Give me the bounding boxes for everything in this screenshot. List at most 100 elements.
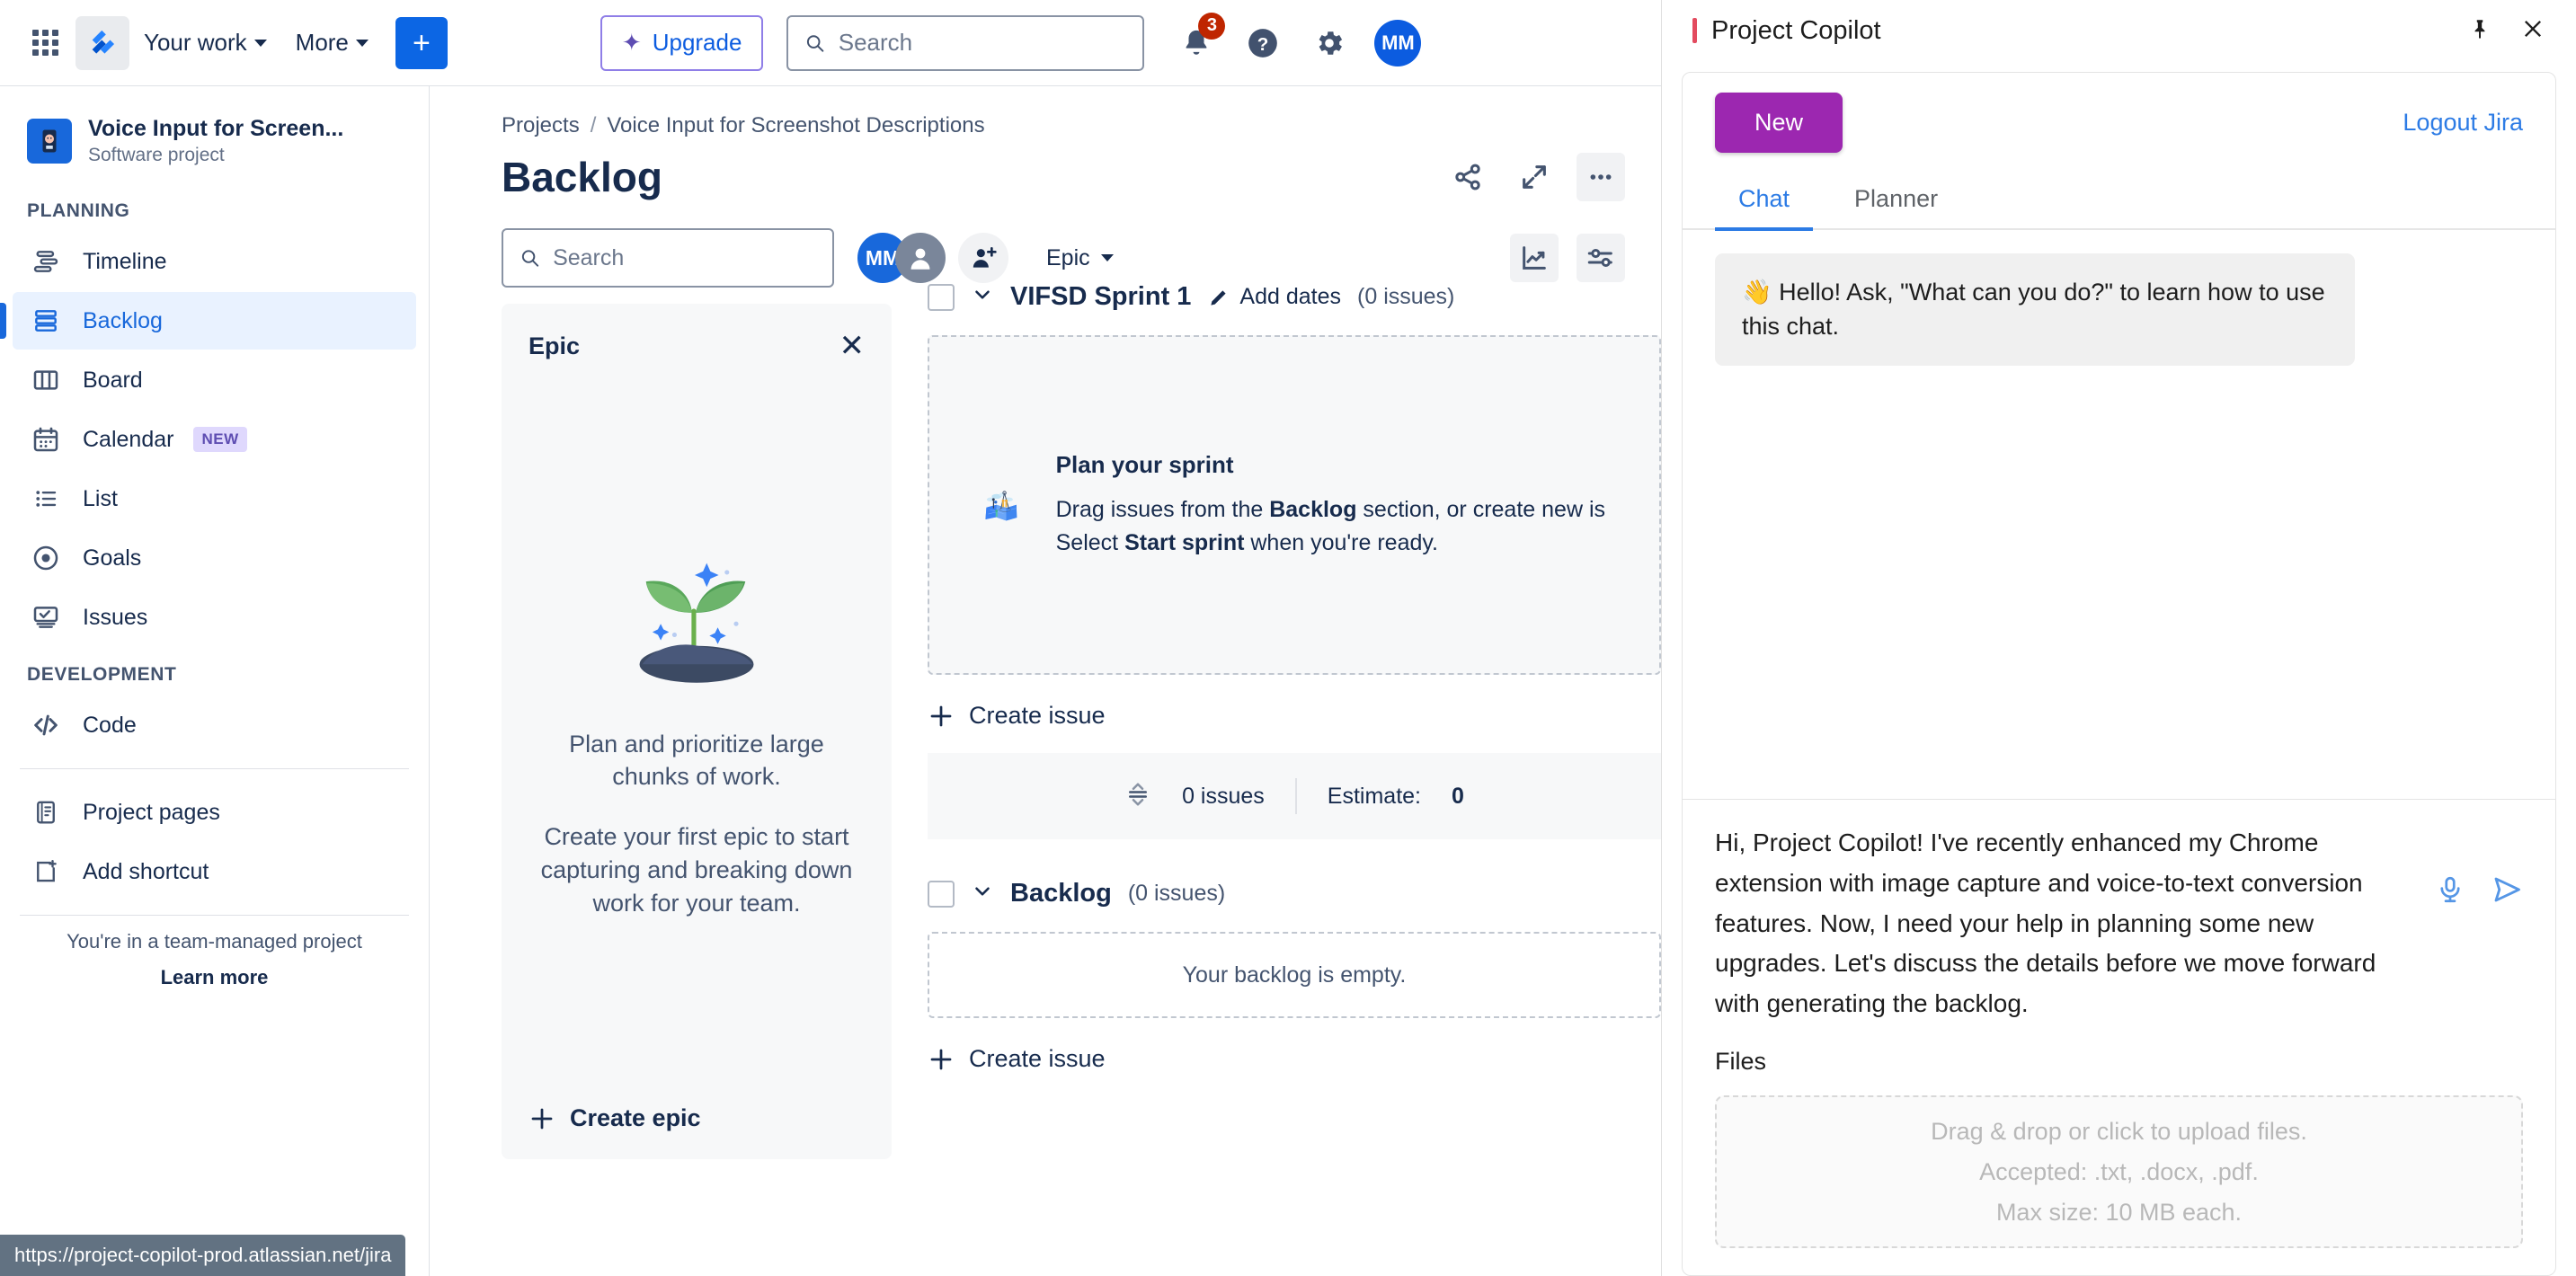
breadcrumb-projects[interactable]: Projects xyxy=(502,113,580,138)
your-work-menu[interactable]: Your work xyxy=(129,20,281,66)
sprint-dropzone[interactable]: Plan your sprint Drag issues from the Ba… xyxy=(928,335,1661,675)
add-people-button[interactable] xyxy=(958,233,1008,283)
settings-button[interactable] xyxy=(1308,22,1351,65)
epic-panel-text-1: Plan and prioritize large chunks of work… xyxy=(569,730,824,791)
epic-filter-dropdown[interactable]: Epic xyxy=(1032,236,1128,280)
close-icon[interactable] xyxy=(2520,16,2545,46)
assistant-message: 👋 Hello! Ask, "What can you do?" to lear… xyxy=(1715,253,2355,366)
top-navigation-bar: Your work More + ✦ Upgrade 3 ? MM xyxy=(0,0,1661,86)
sidebar-item-backlog[interactable]: Backlog xyxy=(0,292,416,350)
copilot-tabs: Chat Planner xyxy=(1683,162,2555,231)
breadcrumb-separator: / xyxy=(590,113,597,137)
sidebar-item-calendar[interactable]: Calendar NEW xyxy=(13,411,416,468)
new-chat-button[interactable]: New xyxy=(1715,93,1843,153)
code-icon xyxy=(29,708,63,742)
map-planning-illustration xyxy=(985,491,1017,521)
page-icon xyxy=(29,795,63,829)
section-label-planning: PLANNING xyxy=(27,200,130,221)
avatar-unassigned[interactable] xyxy=(895,233,946,283)
dropzone-line-2: Select Start sprint when you're ready. xyxy=(1056,527,1605,560)
sidebar-item-label: Add shortcut xyxy=(83,858,209,884)
grid-apps-icon xyxy=(31,30,58,56)
create-issue-sprint-button[interactable]: Create issue xyxy=(928,675,1661,753)
send-icon[interactable] xyxy=(2491,873,2523,910)
insights-button[interactable] xyxy=(1510,234,1559,282)
dz-l2c: when you're ready. xyxy=(1244,529,1438,555)
backlog-section-header: Backlog (0 issues) xyxy=(928,879,1661,908)
sidebar-item-label: Project pages xyxy=(83,799,220,825)
chat-input[interactable]: Hi, Project Copilot! I've recently enhan… xyxy=(1715,823,2412,1024)
chevron-down-icon xyxy=(975,290,990,299)
epic-panel-title: Epic xyxy=(529,332,581,359)
add-shortcut-icon xyxy=(29,855,63,889)
tab-planner[interactable]: Planner xyxy=(1831,185,1961,228)
search-icon xyxy=(807,34,824,52)
sidebar-item-project-pages[interactable]: Project pages xyxy=(13,784,416,841)
expand-icon xyxy=(1523,165,1546,189)
create-button[interactable]: + xyxy=(395,16,448,69)
notifications-button[interactable]: 3 xyxy=(1175,12,1226,65)
dz-l2a: Select xyxy=(1055,529,1125,555)
backlog-search[interactable] xyxy=(502,228,834,288)
page-title: Backlog xyxy=(502,154,662,200)
sidebar-item-label: Board xyxy=(83,367,143,393)
backlog-select-checkbox[interactable] xyxy=(928,880,955,908)
backlog-search-input[interactable] xyxy=(553,244,816,271)
logout-jira-link[interactable]: Logout Jira xyxy=(2403,109,2523,137)
jira-logo-icon[interactable] xyxy=(76,15,129,70)
microphone-icon[interactable] xyxy=(2435,874,2465,909)
dropzone-line-2: Accepted: .txt, .docx, .pdf. xyxy=(1979,1157,2259,1185)
create-epic-button[interactable]: Create epic xyxy=(529,1104,865,1132)
user-avatar[interactable]: MM xyxy=(1374,19,1422,66)
close-icon[interactable]: ✕ xyxy=(839,331,866,361)
sidebar-item-issues[interactable]: Issues xyxy=(13,589,416,646)
chevron-down-icon xyxy=(1100,254,1114,261)
backlog-icon xyxy=(29,304,63,338)
sidebar-item-timeline[interactable]: Timeline xyxy=(13,233,416,290)
epic-panel: Epic ✕ Plan and prioritize large chunks … xyxy=(502,304,892,1159)
sidebar-item-code[interactable]: Code xyxy=(13,696,416,754)
app-switcher-button[interactable] xyxy=(20,18,70,68)
more-menu[interactable]: More xyxy=(281,20,383,66)
dropzone-line-1: Drag issues from the Backlog section, or… xyxy=(1056,493,1605,527)
search-input[interactable] xyxy=(838,29,1127,57)
sprint-select-checkbox[interactable] xyxy=(928,283,955,311)
project-name: Voice Input for Screen... xyxy=(88,116,344,141)
sidebar-item-list[interactable]: List xyxy=(13,470,416,527)
help-button[interactable]: ? xyxy=(1241,22,1284,65)
dropzone-line-3: Max size: 10 MB each. xyxy=(1995,1198,2243,1226)
tab-chat[interactable]: Chat xyxy=(1715,185,1814,231)
help-circle-icon: ? xyxy=(1248,28,1278,58)
global-search[interactable] xyxy=(786,14,1145,71)
sidebar-item-add-shortcut[interactable]: Add shortcut xyxy=(13,843,416,900)
sidebar-item-goals[interactable]: Goals xyxy=(13,529,416,587)
share-button[interactable] xyxy=(1443,153,1492,201)
pin-icon[interactable] xyxy=(2468,17,2492,45)
backlog-empty-dropzone[interactable]: Your backlog is empty. xyxy=(928,932,1661,1018)
goals-icon xyxy=(29,541,63,575)
create-issue-label: Create issue xyxy=(969,702,1106,729)
view-settings-button[interactable] xyxy=(1577,234,1625,282)
upgrade-button[interactable]: ✦ Upgrade xyxy=(600,14,764,71)
sidebar-item-label: Calendar xyxy=(83,426,174,452)
create-issue-backlog-button[interactable]: Create issue xyxy=(928,1018,1661,1096)
backlog-collapse-caret[interactable] xyxy=(971,880,994,908)
copilot-accent-bar xyxy=(1692,18,1697,43)
sprint-header: VIFSD Sprint 1 Add dates (0 issues) xyxy=(928,282,1661,312)
svg-text:?: ? xyxy=(1257,33,1269,54)
sidebar-item-board[interactable]: Board xyxy=(13,351,416,409)
sprint-collapse-caret[interactable] xyxy=(971,283,994,311)
close-icon-inner xyxy=(2525,20,2541,37)
more-actions-button[interactable] xyxy=(1577,153,1625,201)
file-upload-dropzone[interactable]: Drag & drop or click to upload files. Ac… xyxy=(1715,1095,2523,1248)
add-person-icon xyxy=(973,247,997,268)
sort-updown-icon[interactable] xyxy=(1124,781,1151,812)
status-bar-url: https://project-copilot-prod.atlassian.n… xyxy=(0,1235,406,1276)
expand-button[interactable] xyxy=(1510,153,1559,201)
board-icon xyxy=(29,363,63,397)
learn-more-link[interactable]: Learn more xyxy=(0,966,429,989)
project-header[interactable]: Voice Input for Screen... Software proje… xyxy=(0,102,429,184)
add-dates-button[interactable]: Add dates xyxy=(1207,284,1341,310)
breadcrumb-current-project[interactable]: Voice Input for Screenshot Descriptions xyxy=(607,113,984,138)
microphone-icon-inner xyxy=(2440,876,2460,903)
